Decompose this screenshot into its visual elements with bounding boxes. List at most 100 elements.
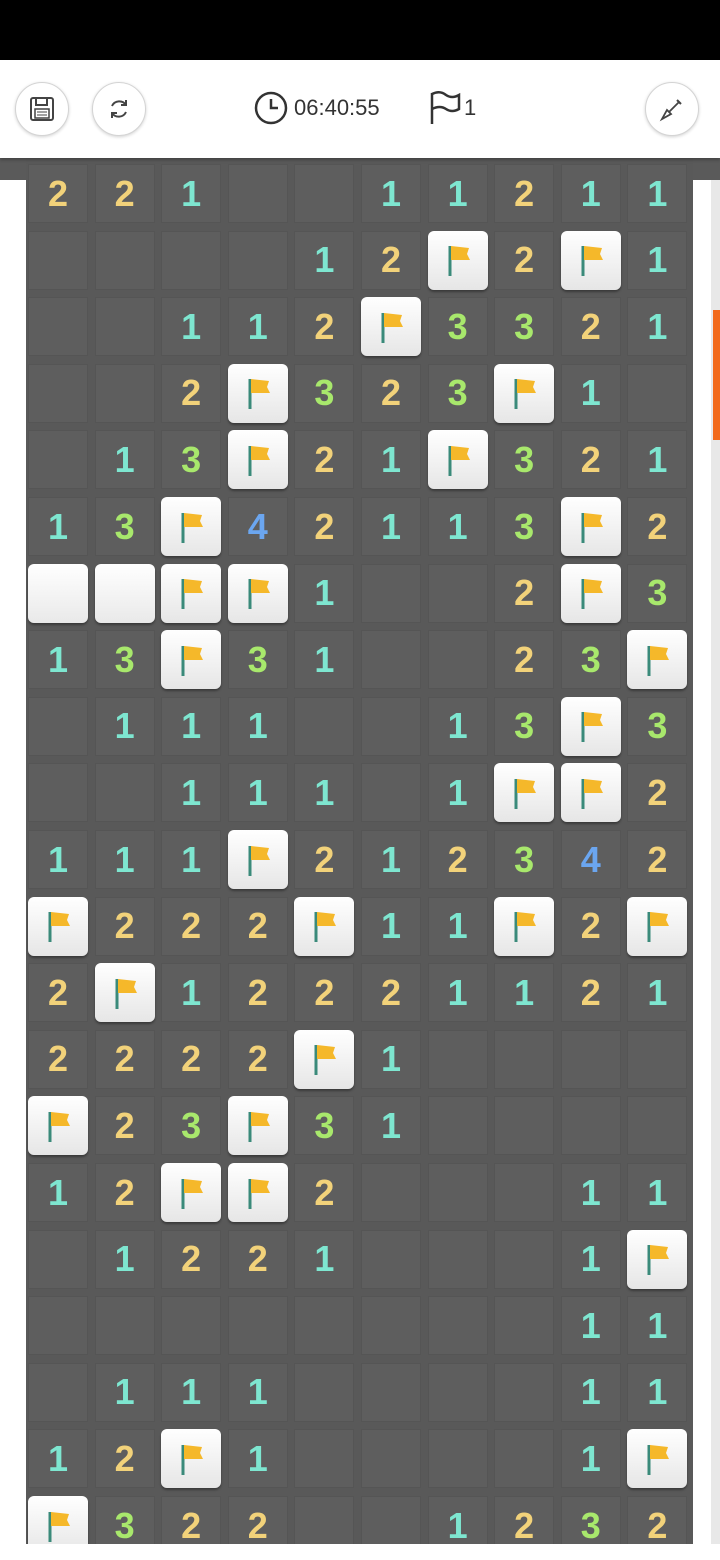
cell-number[interactable]: 2 <box>161 1496 222 1544</box>
cell-number[interactable]: 2 <box>227 896 288 956</box>
cell-empty[interactable] <box>294 696 355 756</box>
cell-number[interactable]: 3 <box>494 696 555 756</box>
cell-flagged[interactable] <box>227 430 288 490</box>
cell-number[interactable]: 1 <box>427 497 488 556</box>
cell-flagged[interactable] <box>627 1229 688 1289</box>
cell-empty[interactable] <box>361 630 421 690</box>
cell-number[interactable]: 1 <box>28 497 88 556</box>
cell-number[interactable]: 3 <box>294 1096 355 1156</box>
cell-number[interactable]: 2 <box>227 963 288 1023</box>
cell-empty[interactable] <box>28 230 88 290</box>
cell-number[interactable]: 1 <box>161 763 222 823</box>
cell-number[interactable]: 1 <box>560 1229 621 1289</box>
cell-flagged[interactable] <box>427 230 488 290</box>
cell-number[interactable]: 1 <box>560 164 621 223</box>
cell-empty[interactable] <box>28 430 88 490</box>
cell-unrevealed[interactable] <box>28 563 88 623</box>
cell-flagged[interactable] <box>494 363 555 423</box>
cell-number[interactable]: 2 <box>560 430 621 490</box>
cell-number[interactable]: 2 <box>494 164 555 223</box>
cell-number[interactable]: 1 <box>560 1296 621 1356</box>
cell-flagged[interactable] <box>28 1496 88 1544</box>
cell-number[interactable]: 1 <box>94 1362 155 1422</box>
cell-number[interactable]: 1 <box>627 963 688 1023</box>
cell-empty[interactable] <box>494 1163 555 1222</box>
cell-flagged[interactable] <box>294 896 355 956</box>
cell-empty[interactable] <box>627 1096 688 1156</box>
cell-number[interactable]: 1 <box>627 430 688 490</box>
restart-button[interactable] <box>92 82 146 136</box>
cell-empty[interactable] <box>361 1496 421 1544</box>
cell-number[interactable]: 1 <box>627 164 688 223</box>
cell-empty[interactable] <box>294 164 355 223</box>
cell-number[interactable]: 1 <box>294 230 355 290</box>
cell-empty[interactable] <box>427 1296 488 1356</box>
cell-number[interactable]: 1 <box>294 1229 355 1289</box>
cell-number[interactable]: 2 <box>627 830 688 889</box>
cell-flagged[interactable] <box>560 230 621 290</box>
cell-empty[interactable] <box>560 1096 621 1156</box>
cell-empty[interactable] <box>161 230 222 290</box>
cell-number[interactable]: 1 <box>227 763 288 823</box>
cell-empty[interactable] <box>427 563 488 623</box>
cell-empty[interactable] <box>494 1362 555 1422</box>
cell-flagged[interactable] <box>28 1096 88 1156</box>
cell-number[interactable]: 1 <box>361 497 421 556</box>
cell-number[interactable]: 3 <box>94 497 155 556</box>
cell-number[interactable]: 2 <box>494 1496 555 1544</box>
cell-empty[interactable] <box>361 1429 421 1489</box>
cell-empty[interactable] <box>427 1163 488 1222</box>
cell-number[interactable]: 1 <box>627 1296 688 1356</box>
cell-unrevealed[interactable] <box>94 563 155 623</box>
cell-number[interactable]: 1 <box>560 1362 621 1422</box>
cell-number[interactable]: 1 <box>28 1429 88 1489</box>
cell-number[interactable]: 1 <box>28 630 88 690</box>
cell-empty[interactable] <box>94 1296 155 1356</box>
cell-flagged[interactable] <box>627 1429 688 1489</box>
cell-number[interactable]: 1 <box>161 696 222 756</box>
cell-number[interactable]: 2 <box>161 363 222 423</box>
cell-number[interactable]: 1 <box>94 830 155 889</box>
cell-flagged[interactable] <box>560 497 621 556</box>
cell-empty[interactable] <box>28 763 88 823</box>
cell-number[interactable]: 1 <box>361 1096 421 1156</box>
cell-number[interactable]: 1 <box>94 430 155 490</box>
cell-number[interactable]: 3 <box>494 430 555 490</box>
cell-number[interactable]: 2 <box>361 363 421 423</box>
cell-empty[interactable] <box>427 1429 488 1489</box>
cell-number[interactable]: 1 <box>227 696 288 756</box>
cell-number[interactable]: 3 <box>560 1496 621 1544</box>
cell-number[interactable]: 1 <box>161 963 222 1023</box>
cell-number[interactable]: 2 <box>294 430 355 490</box>
cell-number[interactable]: 2 <box>28 963 88 1023</box>
cell-flagged[interactable] <box>560 696 621 756</box>
cell-flagged[interactable] <box>28 896 88 956</box>
cell-flagged[interactable] <box>161 1429 222 1489</box>
cell-number[interactable]: 2 <box>94 164 155 223</box>
cell-empty[interactable] <box>427 1096 488 1156</box>
cell-number[interactable]: 2 <box>294 830 355 889</box>
cell-flagged[interactable] <box>494 896 555 956</box>
scrollbar-thumb[interactable] <box>713 310 720 440</box>
cell-number[interactable]: 2 <box>294 963 355 1023</box>
cell-number[interactable]: 2 <box>227 1029 288 1089</box>
cell-flagged[interactable] <box>294 1029 355 1089</box>
cell-number[interactable]: 1 <box>161 1362 222 1422</box>
cell-flagged[interactable] <box>227 1096 288 1156</box>
cell-flagged[interactable] <box>560 563 621 623</box>
cell-number[interactable]: 1 <box>560 1163 621 1222</box>
cell-empty[interactable] <box>94 230 155 290</box>
cell-empty[interactable] <box>494 1096 555 1156</box>
cell-empty[interactable] <box>494 1296 555 1356</box>
cell-number[interactable]: 1 <box>494 963 555 1023</box>
cell-flagged[interactable] <box>627 630 688 690</box>
cell-number[interactable]: 1 <box>361 164 421 223</box>
cell-number[interactable]: 3 <box>427 363 488 423</box>
cell-number[interactable]: 1 <box>294 763 355 823</box>
cell-number[interactable]: 1 <box>427 696 488 756</box>
cell-empty[interactable] <box>161 1296 222 1356</box>
cell-empty[interactable] <box>627 1029 688 1089</box>
cell-empty[interactable] <box>427 1029 488 1089</box>
cell-number[interactable]: 2 <box>627 763 688 823</box>
cell-flagged[interactable] <box>427 430 488 490</box>
